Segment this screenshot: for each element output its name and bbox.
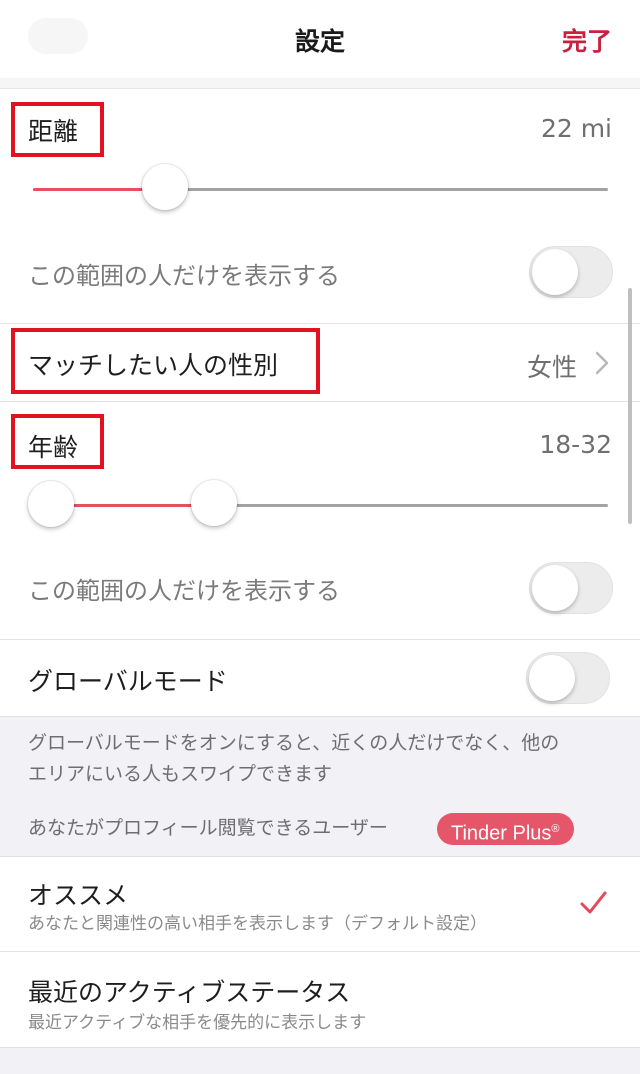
toggle-knob bbox=[529, 655, 575, 701]
page-title: 設定 bbox=[294, 27, 345, 56]
age-slider-fill bbox=[50, 504, 214, 507]
gender-value: 女性 bbox=[527, 353, 578, 382]
option-subtitle: 最近アクティブな相手を優先的に表示します bbox=[28, 1013, 367, 1033]
distance-value: 22 mi bbox=[540, 114, 612, 143]
age-only-range-toggle[interactable] bbox=[529, 562, 613, 614]
profile-viewers-section-label: あなたがプロフィール閲覧できるユーザー bbox=[28, 817, 388, 839]
distance-slider-knob[interactable] bbox=[142, 164, 188, 210]
global-mode-description-line2: エリアにいる人もスワイプできます bbox=[28, 763, 333, 785]
age-slider-max-knob[interactable] bbox=[191, 480, 237, 526]
chevron-right-icon bbox=[592, 350, 612, 376]
scrollbar[interactable] bbox=[628, 288, 632, 524]
option-title: オススメ bbox=[28, 881, 129, 910]
option-title: 最近のアクティブステータス bbox=[28, 978, 351, 1007]
done-button[interactable]: 完了 bbox=[562, 22, 612, 58]
age-value: 18-32 bbox=[539, 430, 612, 459]
age-label: 年齢 bbox=[28, 433, 79, 462]
distance-label: 距離 bbox=[28, 117, 79, 146]
tinder-plus-badge[interactable]: Tinder Plus® bbox=[437, 813, 574, 845]
global-mode-label: グローバルモード bbox=[28, 667, 228, 696]
global-mode-description-line1: グローバルモードをオンにすると、近くの人だけでなく、他の bbox=[28, 732, 560, 754]
toggle-knob bbox=[532, 249, 578, 295]
section-spacer bbox=[0, 78, 640, 89]
age-only-range-label: この範囲の人だけを表示する bbox=[28, 577, 340, 605]
registered-mark: ® bbox=[551, 823, 560, 835]
age-slider-min-knob[interactable] bbox=[28, 481, 74, 527]
distance-only-range-toggle[interactable] bbox=[529, 246, 613, 298]
option-subtitle: あなたと関連性の高い相手を表示します（デフォルト設定） bbox=[28, 914, 487, 934]
checkmark-icon bbox=[578, 888, 608, 918]
divider bbox=[0, 639, 640, 640]
toggle-knob bbox=[532, 565, 578, 611]
distance-only-range-label: この範囲の人だけを表示する bbox=[28, 262, 340, 290]
badge-label: Tinder Plus bbox=[451, 822, 552, 845]
bottom-spacer bbox=[0, 1047, 640, 1074]
divider bbox=[0, 401, 640, 402]
global-mode-toggle[interactable] bbox=[526, 652, 610, 704]
